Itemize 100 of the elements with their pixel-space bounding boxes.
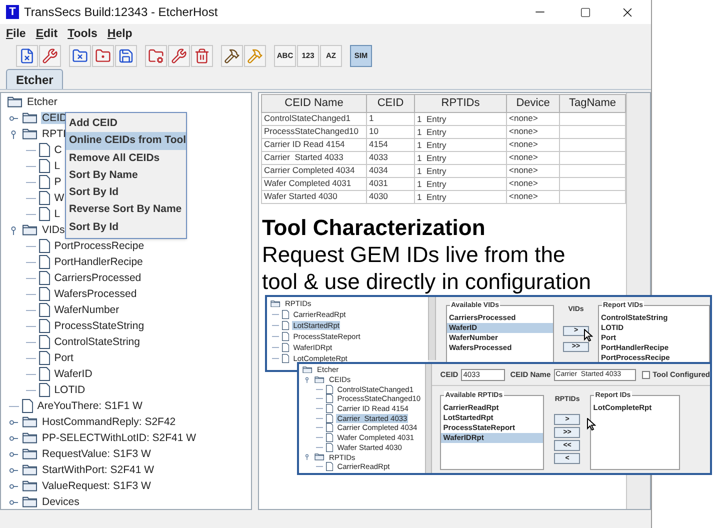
toolbar-button[interactable] (191, 45, 213, 67)
menu-item[interactable]: Online CEIDs from Tool (66, 132, 186, 150)
expander-icon[interactable] (9, 434, 18, 442)
menu-item[interactable]: Reverse Sort By Name (66, 201, 186, 219)
menu-item[interactable]: Add CEID (66, 115, 186, 132)
menu-item[interactable]: Sort By Id (66, 218, 186, 236)
table-cell: 1 Entry (414, 190, 506, 203)
tree-item[interactable]: WafersProcessed (53, 288, 138, 300)
toolbar-button[interactable] (16, 45, 38, 67)
toolbar-button[interactable] (145, 45, 167, 67)
column-header[interactable]: CEID Name (262, 94, 366, 112)
headline-text: Request GEM IDs live from the (262, 240, 566, 268)
trash-icon (194, 48, 210, 64)
folder-gear-icon (148, 48, 164, 64)
column-header[interactable]: Device (506, 94, 560, 112)
tree-item[interactable]: AreYouThere: S1F1 W (36, 400, 144, 412)
toolbar-button[interactable] (168, 45, 190, 67)
expander-icon[interactable] (304, 376, 310, 383)
table-cell: <none> (506, 177, 560, 190)
expander-icon[interactable] (304, 454, 310, 460)
toolbar-button[interactable] (39, 45, 61, 67)
table-cell: 4030 (366, 190, 414, 203)
checkbox[interactable] (642, 370, 650, 378)
toolbar-button[interactable] (92, 45, 114, 67)
expander-icon[interactable] (9, 226, 18, 234)
tree-item[interactable]: CarriersProcessed (53, 272, 142, 284)
tree-item[interactable]: LOTID (53, 384, 86, 396)
tree-item[interactable]: ControlStateString (53, 336, 141, 348)
folder-icon (7, 96, 23, 108)
tree-item[interactable]: C (53, 144, 63, 156)
menu-item[interactable]: Tools (68, 27, 98, 41)
folder-icon (270, 300, 281, 308)
document-icon (39, 271, 50, 285)
headline-title: Tool Characterization (262, 214, 486, 240)
menu-item[interactable]: Sort By Name (66, 166, 186, 184)
expander-icon[interactable] (9, 498, 18, 506)
expander-icon[interactable] (9, 418, 18, 426)
folder-icon (22, 224, 38, 236)
menu-item[interactable]: Remove All CEIDs (66, 150, 186, 167)
tree-item[interactable]: StartWithPort: S2F41 W (41, 464, 156, 476)
tree-item[interactable]: L (53, 160, 62, 172)
toolbar-button[interactable] (69, 45, 91, 67)
tree-item[interactable]: ProcessStateString (53, 320, 146, 332)
table-cell: 4031 (366, 177, 414, 190)
table-cell: 1 Entry (414, 138, 506, 151)
expander-icon[interactable] (9, 114, 18, 122)
document-icon (39, 239, 50, 253)
hammer-icon (247, 48, 263, 64)
tree-item[interactable]: RequestValue: S1F3 W (41, 448, 152, 460)
menu-item[interactable]: Edit (36, 27, 58, 41)
column-header[interactable]: CEID (366, 94, 414, 112)
folder-icon (22, 496, 38, 508)
window-title: TransSecs Build:12343 - EtcherHost (24, 4, 218, 21)
folder-icon (314, 453, 325, 461)
tree-item[interactable]: Devices (41, 496, 80, 508)
tree-item[interactable]: VIDs (41, 224, 66, 236)
menu-item[interactable]: Help (107, 27, 132, 41)
tree-item[interactable]: Port (53, 352, 74, 364)
table-cell: 1 Entry (414, 151, 506, 164)
column-header[interactable]: RPTIDs (414, 94, 506, 112)
wrench-icon (171, 48, 187, 64)
expander-icon[interactable] (9, 130, 18, 138)
tree-item[interactable]: PP-SELECTWithLotID: S2F41 W (41, 432, 198, 444)
table-cell: 1 Entry (414, 125, 506, 138)
document-icon (39, 143, 50, 157)
expander-icon[interactable] (9, 450, 18, 458)
table-cell: 1 Entry (414, 164, 506, 177)
table-cell: ControlStateChanged1 (262, 112, 366, 125)
table-cell: 4154 (366, 138, 414, 151)
tree-item[interactable]: WaferID (53, 368, 94, 380)
tree-item[interactable]: W (53, 192, 66, 204)
tree-item[interactable]: HostCommandReply: S2F42 (41, 416, 177, 428)
folder-icon (302, 366, 313, 374)
table-cell: <none> (506, 138, 560, 151)
hammer-icon (224, 48, 240, 64)
save-icon (118, 48, 134, 64)
menu-item[interactable]: Sort By Id (66, 184, 186, 202)
tree-item[interactable]: PortHandlerRecipe (53, 256, 144, 268)
table-cell: <none> (506, 125, 560, 138)
tree-item[interactable]: WaferNumber (53, 304, 120, 316)
column-header[interactable]: TagName (560, 94, 626, 112)
table-cell: 1 (366, 112, 414, 125)
expander-icon[interactable] (9, 466, 18, 474)
tree-item[interactable]: P (53, 176, 62, 188)
toolbar-button[interactable] (221, 45, 243, 67)
document-icon (39, 159, 50, 173)
tree-item[interactable]: PortProcessRecipe (53, 240, 146, 252)
table-cell: <none> (506, 112, 560, 125)
maximize-icon[interactable] (580, 6, 591, 18)
expander-icon[interactable] (9, 482, 18, 490)
tree-item[interactable]: L (53, 208, 62, 220)
table-cell: 10 (366, 125, 414, 138)
tree-item[interactable]: Etcher (26, 96, 58, 108)
tab[interactable]: Etcher (6, 69, 64, 89)
tree-item[interactable]: ValueRequest: S1F3 W (41, 480, 152, 492)
toolbar-button[interactable] (115, 45, 137, 67)
table-cell: Carrier ID Read 4154 (262, 138, 366, 151)
tree-item[interactable]: RPTI (41, 128, 67, 140)
menu-item[interactable]: File (6, 27, 26, 41)
table-cell: 1 Entry (414, 177, 506, 190)
